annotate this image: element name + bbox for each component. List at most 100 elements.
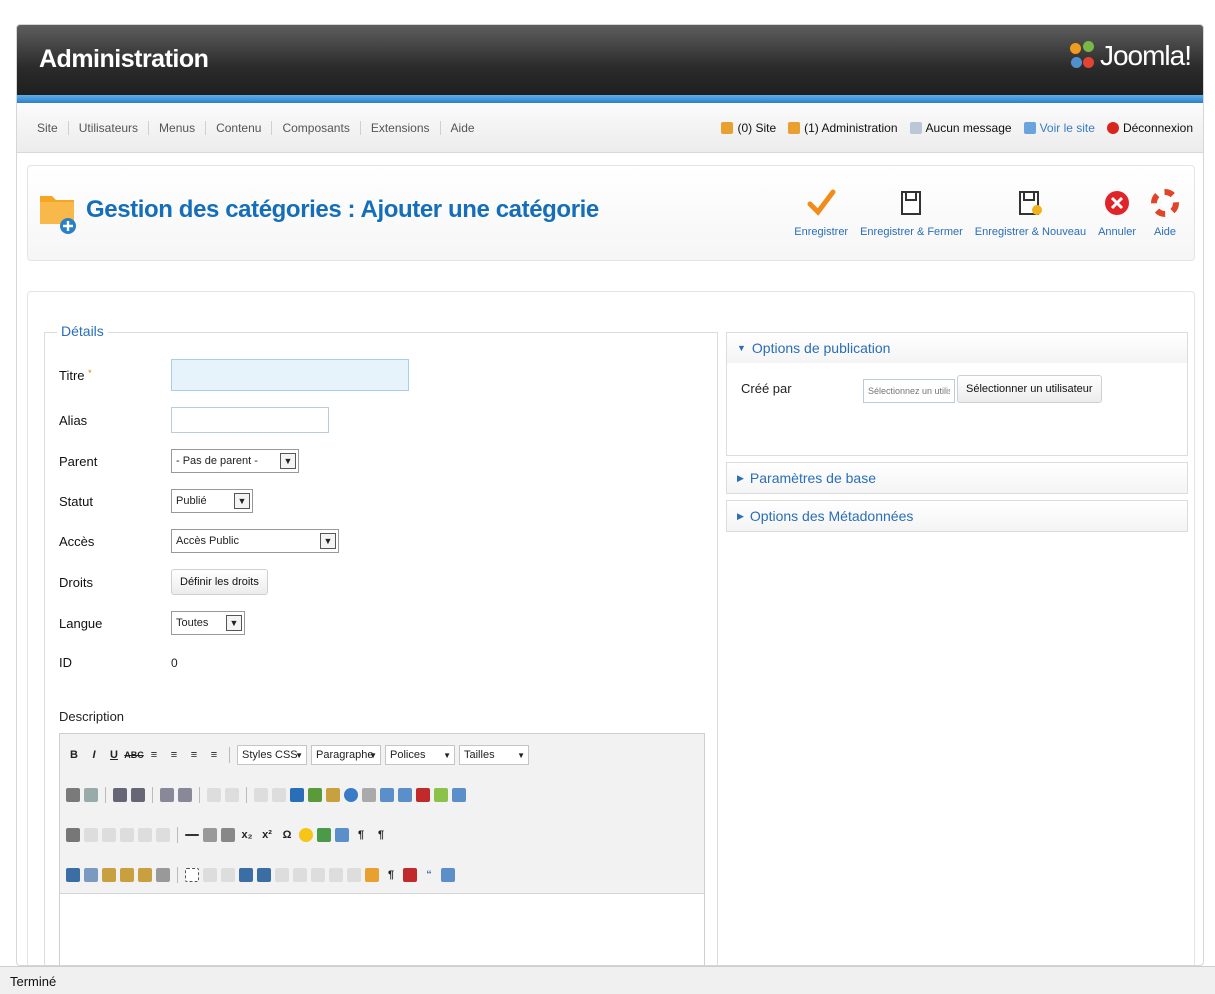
menu-components[interactable]: Composants	[272, 120, 361, 135]
align-left-icon[interactable]: ≡	[146, 747, 162, 763]
paste-word-icon[interactable]	[138, 868, 152, 882]
paste-icon[interactable]	[102, 868, 116, 882]
horizontal-rule-icon[interactable]	[185, 834, 199, 836]
show-blocks-icon[interactable]: ¶	[383, 867, 399, 883]
special-character-icon[interactable]: Ω	[279, 827, 295, 843]
alias-input[interactable]	[171, 407, 329, 433]
move-backward-icon[interactable]	[221, 868, 235, 882]
table-cell-icon[interactable]	[102, 828, 116, 842]
select-all-icon[interactable]	[156, 868, 170, 882]
link-icon[interactable]	[254, 788, 268, 802]
insert-date-icon[interactable]	[380, 788, 394, 802]
html-icon[interactable]	[362, 788, 376, 802]
menu-users[interactable]: Utilisateurs	[69, 120, 150, 135]
menu-site[interactable]: Site	[27, 120, 69, 135]
align-center-icon[interactable]: ≡	[166, 747, 182, 763]
styles-dropdown[interactable]: Styles CSS ▼	[237, 745, 307, 765]
joomla-logo[interactable]: Joomla!	[1069, 39, 1192, 73]
indent-icon[interactable]	[178, 788, 192, 802]
status-admin-users[interactable]: (1) Administration	[788, 121, 898, 135]
select-user-button[interactable]: Sélectionner un utilisateur	[957, 375, 1102, 403]
numbered-list-icon[interactable]	[131, 788, 145, 802]
sizes-dropdown[interactable]: Tailles ▼	[459, 745, 529, 765]
insert-text-icon[interactable]	[347, 868, 361, 882]
logout-link[interactable]: Déconnexion	[1106, 121, 1193, 135]
insert-table-icon[interactable]	[66, 828, 80, 842]
menu-content[interactable]: Contenu	[206, 120, 273, 135]
table-row-icon[interactable]	[84, 828, 98, 842]
fullscreen-icon[interactable]	[452, 788, 466, 802]
style-props-icon[interactable]	[257, 868, 271, 882]
strikethrough-icon[interactable]: ABC	[124, 747, 144, 763]
cite-icon[interactable]	[275, 868, 289, 882]
menu-help[interactable]: Aide	[441, 121, 485, 135]
save-button[interactable]: Enregistrer	[788, 186, 854, 238]
menu-extensions[interactable]: Extensions	[361, 120, 441, 135]
delete-text-icon[interactable]	[329, 868, 343, 882]
abbreviation-icon[interactable]	[293, 868, 307, 882]
delete-row-icon[interactable]	[138, 828, 152, 842]
fonts-dropdown[interactable]: Polices ▼	[385, 745, 455, 765]
visual-aid-icon[interactable]	[221, 828, 235, 842]
set-rights-button[interactable]: Définir les droits	[171, 569, 268, 595]
insert-code-icon[interactable]	[441, 868, 455, 882]
access-select[interactable]: Accès Public ▼	[171, 529, 339, 553]
insert-time-icon[interactable]	[398, 788, 412, 802]
align-right-icon[interactable]: ≡	[186, 747, 202, 763]
template-icon[interactable]	[403, 868, 417, 882]
image-icon[interactable]	[308, 788, 322, 802]
redo-icon[interactable]	[225, 788, 239, 802]
menu-menus[interactable]: Menus	[149, 120, 207, 135]
superscript-icon[interactable]: x²	[259, 827, 275, 843]
insert-layer-icon[interactable]	[185, 868, 199, 882]
media-icon[interactable]	[317, 828, 331, 842]
table-column-icon[interactable]	[120, 828, 134, 842]
parent-select[interactable]: - Pas de parent - ▼	[171, 449, 299, 473]
metadata-header[interactable]: ▶ Options des Métadonnées	[727, 501, 1187, 531]
remove-format-icon[interactable]	[203, 828, 217, 842]
basic-params-header[interactable]: ▶ Paramètres de base	[727, 463, 1187, 493]
status-select[interactable]: Publié ▼	[171, 489, 253, 513]
underline-icon[interactable]: U	[106, 747, 122, 763]
bold-icon[interactable]: B	[66, 747, 82, 763]
absolute-icon[interactable]	[239, 868, 253, 882]
outdent-icon[interactable]	[160, 788, 174, 802]
save-close-button[interactable]: Enregistrer & Fermer	[854, 186, 969, 238]
blockquote-icon[interactable]: “	[421, 867, 437, 883]
anchor-icon[interactable]	[290, 788, 304, 802]
acronym-icon[interactable]	[311, 868, 325, 882]
help-icon[interactable]	[344, 788, 358, 802]
editor-text-area[interactable]	[60, 894, 704, 965]
merge-cells-icon[interactable]	[156, 828, 170, 842]
background-color-icon[interactable]	[434, 788, 448, 802]
help-button[interactable]: Aide	[1142, 186, 1188, 238]
copy-icon[interactable]	[84, 868, 98, 882]
status-messages[interactable]: Aucun message	[909, 121, 1012, 135]
nonbreaking-icon[interactable]	[335, 828, 349, 842]
undo-icon[interactable]	[207, 788, 221, 802]
save-new-button[interactable]: Enregistrer & Nouveau	[969, 186, 1092, 238]
cancel-button[interactable]: Annuler	[1092, 186, 1142, 238]
unlink-icon[interactable]	[272, 788, 286, 802]
text-color-icon[interactable]	[416, 788, 430, 802]
move-forward-icon[interactable]	[203, 868, 217, 882]
bullet-list-icon[interactable]	[113, 788, 127, 802]
publishing-options-header[interactable]: ▼ Options de publication	[727, 333, 1187, 363]
language-select[interactable]: Toutes ▼	[171, 611, 245, 635]
status-site-users[interactable]: (0) Site	[721, 121, 776, 135]
subscript-icon[interactable]: x₂	[239, 827, 255, 843]
replace-icon[interactable]	[84, 788, 98, 802]
rtl-icon[interactable]: ¶	[373, 827, 389, 843]
paste-text-icon[interactable]	[120, 868, 134, 882]
cut-icon[interactable]	[66, 868, 80, 882]
format-dropdown[interactable]: Paragraphe ▼	[311, 745, 381, 765]
created-by-input[interactable]	[863, 379, 955, 403]
title-input[interactable]	[171, 359, 409, 391]
emoticon-icon[interactable]	[299, 828, 313, 842]
attributes-icon[interactable]	[365, 868, 379, 882]
find-icon[interactable]	[66, 788, 80, 802]
italic-icon[interactable]: I	[86, 747, 102, 763]
align-justify-icon[interactable]: ≡	[206, 747, 222, 763]
ltr-icon[interactable]: ¶	[353, 827, 369, 843]
view-site-link[interactable]: Voir le site	[1023, 121, 1095, 135]
